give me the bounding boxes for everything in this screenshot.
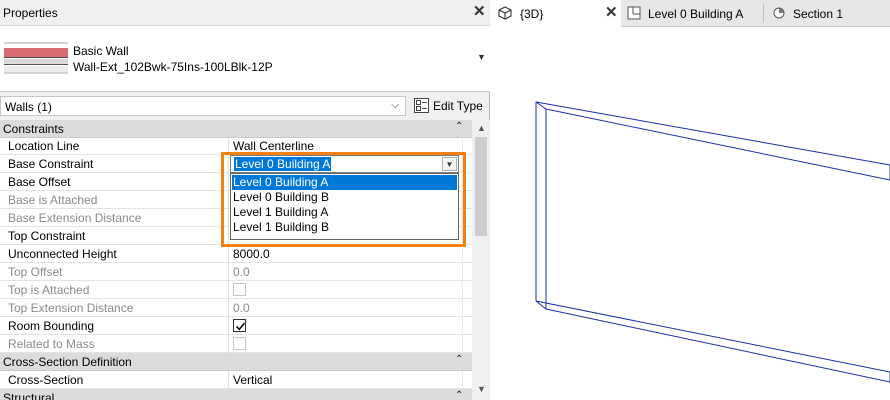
chevron-down-icon[interactable]: ⌵ [391, 99, 399, 112]
instance-filter-label: Walls (1) [5, 100, 52, 114]
tab-3d-view[interactable]: {3D} ✕ [491, 0, 621, 27]
properties-title: Properties [3, 6, 58, 20]
param-row-top-is-attached: Top is Attached [0, 281, 472, 299]
type-selector[interactable]: Basic Wall Wall-Ext_102Bwk-75Ins-100LBlk… [0, 26, 490, 92]
type-name: Wall-Ext_102Bwk-75Ins-100LBlk-12P [73, 60, 273, 74]
group-header-cross-section-definition[interactable]: Cross-Section Definition ⌃ [0, 353, 472, 371]
top-is-attached-checkbox [233, 283, 246, 296]
param-value[interactable]: 8000.0 [233, 247, 270, 261]
tab-section-1[interactable]: Section 1 [767, 0, 890, 27]
tab-level-0-building-a[interactable]: Level 0 Building A [623, 0, 763, 27]
tab-label: Level 0 Building A [648, 7, 744, 21]
wall-type-preview [4, 35, 68, 79]
related-to-mass-checkbox [233, 337, 246, 350]
close-icon[interactable]: ✕ [473, 4, 486, 20]
view-tab-bar: {3D} ✕ Level 0 Building A Section 1 [491, 0, 890, 27]
group-label: Constraints [3, 122, 64, 136]
scroll-up-icon[interactable]: ▲ [477, 123, 486, 133]
edit-type-button[interactable]: Edit Type [412, 96, 488, 116]
edit-type-icon [414, 98, 429, 113]
properties-titlebar: Properties ✕ [0, 0, 490, 26]
callout-highlight-box [221, 152, 466, 247]
param-row-top-extension-distance: Top Extension Distance 0.0 [0, 299, 472, 317]
type-family: Basic Wall [73, 44, 129, 58]
group-header-structural[interactable]: Structural ⌃ [0, 389, 472, 400]
room-bounding-checkbox[interactable] [233, 319, 246, 332]
group-header-constraints[interactable]: Constraints ⌃ [0, 120, 472, 138]
param-row-related-to-mass: Related to Mass [0, 335, 472, 353]
param-name: Top Constraint [8, 229, 86, 243]
collapse-icon[interactable]: ⌃ [455, 121, 463, 132]
instance-filter-select[interactable]: Walls (1) ⌵ [0, 96, 406, 116]
caret-down-icon[interactable]: ▼ [477, 52, 486, 62]
param-value[interactable]: Vertical [233, 373, 272, 387]
param-name: Base Offset [8, 175, 71, 189]
param-name: Related to Mass [8, 337, 95, 351]
group-label: Cross-Section Definition [3, 355, 132, 369]
properties-panel: Properties ✕ Basic Wall Wall-Ext_102Bwk-… [0, 0, 490, 400]
scrollbar-thumb[interactable] [475, 137, 487, 236]
param-row-room-bounding[interactable]: Room Bounding [0, 317, 472, 335]
properties-scrollbar[interactable]: ▲ ▼ [472, 120, 490, 400]
close-tab-icon[interactable]: ✕ [605, 5, 618, 21]
scroll-down-icon[interactable]: ▼ [477, 384, 486, 394]
param-name: Top is Attached [8, 283, 90, 297]
param-name: Base Extension Distance [8, 211, 142, 225]
edit-type-label: Edit Type [433, 99, 483, 113]
param-name: Top Offset [8, 265, 63, 279]
floor-plan-icon [627, 6, 641, 20]
param-row-top-offset: Top Offset 0.0 [0, 263, 472, 281]
tab-label: {3D} [520, 7, 544, 21]
wall-3d-model[interactable] [491, 28, 890, 400]
param-name: Base Constraint [8, 157, 94, 171]
param-value[interactable]: Wall Centerline [233, 139, 314, 153]
tab-label: Section 1 [793, 7, 844, 21]
param-value: 0.0 [233, 301, 250, 315]
collapse-icon[interactable]: ⌃ [455, 354, 463, 365]
param-name: Location Line [8, 139, 80, 153]
param-name: Room Bounding [8, 319, 95, 333]
param-name: Base is Attached [8, 193, 98, 207]
param-name: Unconnected Height [8, 247, 117, 261]
param-name: Cross-Section [8, 373, 84, 387]
param-value: 0.0 [233, 265, 250, 279]
collapse-icon[interactable]: ⌃ [455, 390, 463, 400]
3d-viewport[interactable] [491, 28, 890, 400]
cube-icon [498, 6, 512, 20]
param-row-cross-section[interactable]: Cross-Section Vertical [0, 371, 472, 389]
tab-divider [763, 4, 764, 23]
param-name: Top Extension Distance [8, 301, 134, 315]
param-row-unconnected-height[interactable]: Unconnected Height 8000.0 [0, 245, 472, 263]
section-icon [773, 7, 785, 19]
group-label: Structural [3, 391, 55, 400]
instance-row: Walls (1) ⌵ Edit Type [0, 95, 490, 119]
